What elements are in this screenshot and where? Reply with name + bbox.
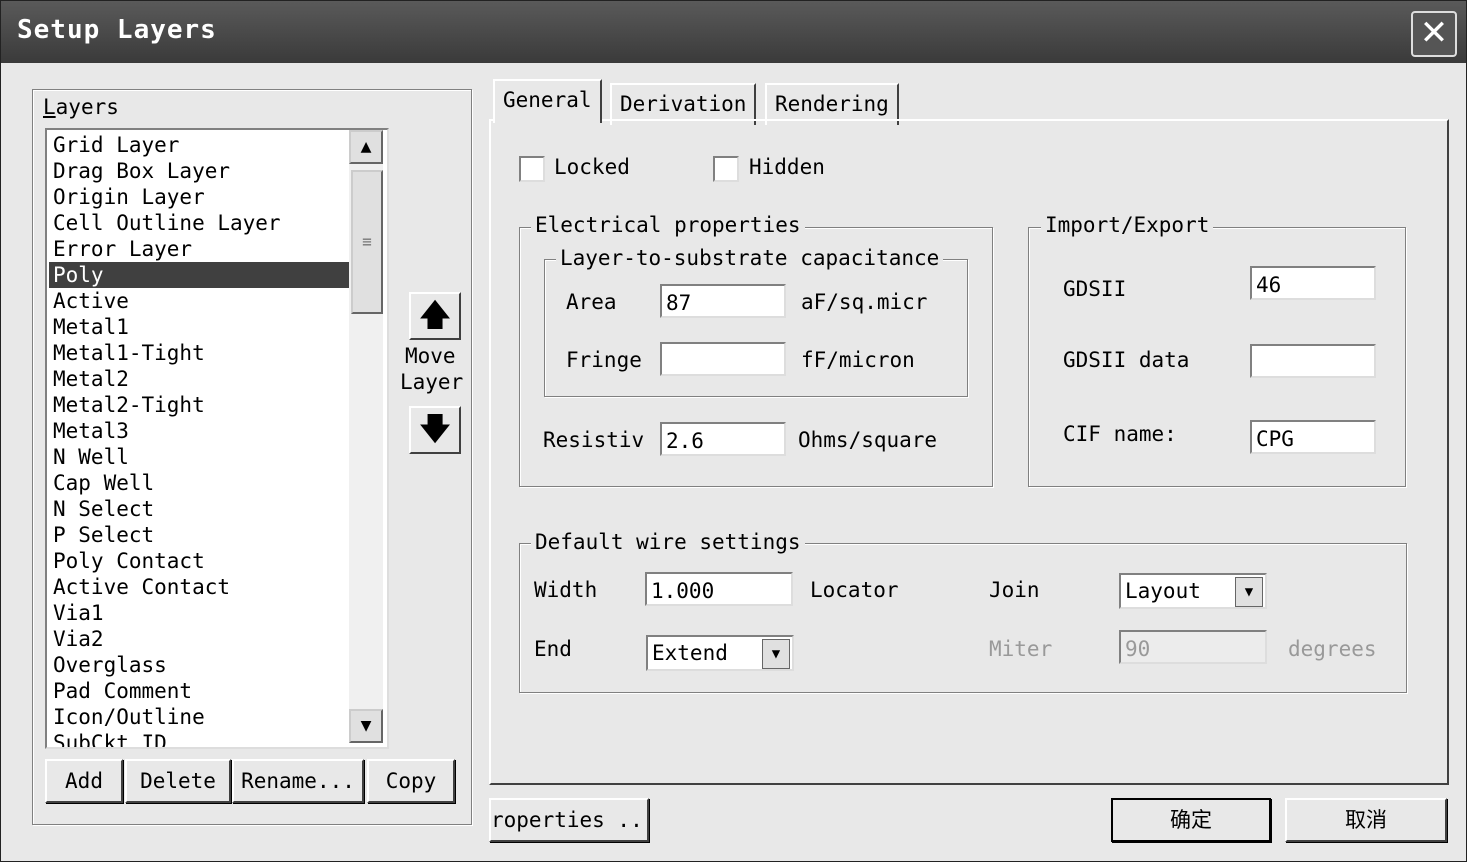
close-button[interactable]: ✕	[1411, 11, 1457, 57]
layers-scrollbar[interactable]: ▲ ≡ ▼	[349, 130, 383, 743]
list-item[interactable]: Poly Contact	[49, 548, 351, 574]
locked-label: Locked	[554, 155, 630, 179]
end-label: End	[534, 637, 572, 661]
end-select-value: Extend	[652, 641, 728, 665]
join-select-value: Layout	[1125, 579, 1201, 603]
miter-input: 90	[1119, 630, 1267, 664]
list-item[interactable]: P Select	[49, 522, 351, 548]
gdsii-data-input[interactable]	[1250, 344, 1376, 378]
move-layer-up-button[interactable]: 🡅	[409, 292, 461, 340]
setup-layers-dialog: Setup Layers ✕ Layers Grid Layer Drag Box…	[0, 0, 1467, 862]
list-item[interactable]: Metal2-Tight	[49, 392, 351, 418]
move-layer-down-button[interactable]: 🡇	[409, 406, 461, 454]
cif-name-label: CIF name:	[1063, 422, 1177, 446]
fringe-label: Fringe	[566, 348, 642, 372]
list-item[interactable]: N Well	[49, 444, 351, 470]
list-item[interactable]: N Select	[49, 496, 351, 522]
degrees-label: degrees	[1288, 637, 1377, 661]
resistivity-label: Resistiv	[543, 428, 645, 452]
list-item[interactable]: Metal1	[49, 314, 351, 340]
hidden-label: Hidden	[749, 155, 825, 179]
add-button[interactable]: Add	[45, 759, 123, 803]
rename-button[interactable]: Rename...	[232, 759, 364, 803]
miter-label: Miter	[989, 637, 1053, 661]
list-item[interactable]: Origin Layer	[49, 184, 351, 210]
fringe-unit: fF/micron	[801, 348, 915, 372]
cancel-button[interactable]: 取消	[1285, 798, 1447, 842]
width-input[interactable]: 1.000	[645, 572, 793, 606]
list-item[interactable]: Error Layer	[49, 236, 351, 262]
layers-label-text: ayers	[55, 95, 119, 119]
locator-label: Locator	[810, 578, 899, 602]
arrow-up-icon: 🡅	[419, 298, 451, 333]
list-item[interactable]: Metal3	[49, 418, 351, 444]
title-bar: Setup Layers ✕	[1, 1, 1466, 63]
wire-settings-title: Default wire settings	[531, 530, 805, 554]
area-input[interactable]: 87	[660, 284, 786, 318]
move-label-line2: Layer	[400, 370, 464, 394]
resistivity-input[interactable]: 2.6	[660, 422, 786, 456]
chevron-down-icon[interactable]: ▼	[1235, 577, 1263, 607]
list-item[interactable]: Cell Outline Layer	[49, 210, 351, 236]
list-item[interactable]: Active Contact	[49, 574, 351, 600]
join-select[interactable]: Layout ▼	[1119, 573, 1267, 609]
list-item[interactable]: SubCkt ID	[49, 730, 351, 747]
list-item[interactable]: Cap Well	[49, 470, 351, 496]
cif-name-input[interactable]: CPG	[1250, 420, 1376, 454]
chevron-down-icon[interactable]: ▼	[762, 639, 790, 669]
resistivity-unit: Ohms/square	[798, 428, 938, 452]
gdsii-data-label: GDSII data	[1063, 348, 1190, 372]
locked-checkbox[interactable]	[519, 156, 545, 182]
list-item[interactable]: Via2	[49, 626, 351, 652]
list-item[interactable]: Metal2	[49, 366, 351, 392]
scroll-down-button[interactable]: ▼	[349, 709, 383, 743]
scroll-up-button[interactable]: ▲	[349, 130, 383, 164]
scroll-thumb[interactable]: ≡	[351, 170, 383, 314]
delete-button[interactable]: Delete	[125, 759, 231, 803]
list-item[interactable]: Active	[49, 288, 351, 314]
list-item[interactable]: Icon/Outline	[49, 704, 351, 730]
layers-listbox[interactable]: Grid Layer Drag Box Layer Origin Layer Cell…	[45, 128, 389, 749]
copy-button[interactable]: Copy	[367, 759, 455, 803]
capacitance-title: Layer-to-substrate capacitance	[556, 246, 944, 270]
arrow-down-icon: 🡇	[419, 412, 451, 447]
list-item[interactable]: Overglass	[49, 652, 351, 678]
ok-button[interactable]: 确定	[1111, 798, 1271, 842]
end-select[interactable]: Extend ▼	[646, 635, 794, 671]
hidden-checkbox[interactable]	[713, 156, 739, 182]
gdsii-label: GDSII	[1063, 277, 1127, 301]
tab-general[interactable]: General	[493, 79, 602, 123]
layers-label: Layers	[43, 95, 119, 119]
area-label: Area	[566, 290, 617, 314]
list-item[interactable]: Pad Comment	[49, 678, 351, 704]
list-item[interactable]: Drag Box Layer	[49, 158, 351, 184]
import-export-title: Import/Export	[1041, 213, 1214, 237]
join-label: Join	[989, 578, 1040, 602]
capacitance-group	[544, 259, 968, 397]
area-unit: aF/sq.micr	[801, 290, 928, 314]
properties-button[interactable]: roperties ..	[489, 798, 649, 842]
width-label: Width	[534, 578, 598, 602]
gdsii-input[interactable]: 46	[1250, 266, 1376, 300]
window-title: Setup Layers	[17, 15, 217, 45]
fringe-input[interactable]	[660, 342, 786, 376]
electrical-properties-title: Electrical properties	[531, 213, 805, 237]
list-item[interactable]: Poly	[49, 262, 351, 288]
move-label-line1: Move	[405, 344, 456, 368]
list-item[interactable]: Grid Layer	[49, 132, 351, 158]
list-item[interactable]: Via1	[49, 600, 351, 626]
list-item[interactable]: Metal1-Tight	[49, 340, 351, 366]
